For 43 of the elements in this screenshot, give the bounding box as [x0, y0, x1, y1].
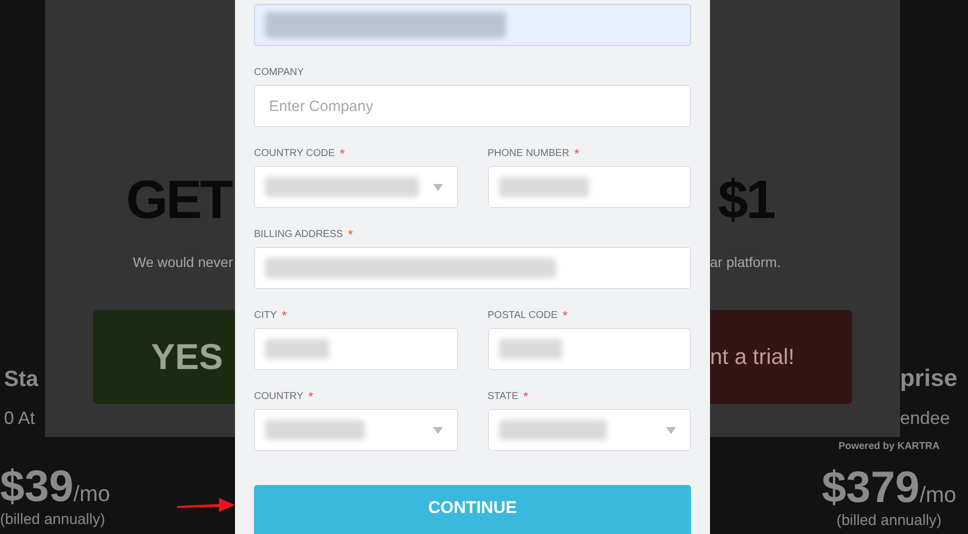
- powered-by-text: Powered by KARTRA: [838, 441, 940, 452]
- plan-attendees: 0 At: [4, 407, 36, 430]
- dialog-text: We would never: [132, 254, 233, 270]
- field-label: COMPANY: [254, 67, 304, 79]
- arrow-icon: [177, 498, 235, 512]
- field-label: PHONE NUMBER: [488, 148, 570, 160]
- required-mark: *: [574, 148, 580, 160]
- required-mark: *: [562, 310, 568, 322]
- dialog-text: ar platform.: [710, 254, 781, 270]
- select-field[interactable]: [254, 409, 458, 451]
- input-field[interactable]: [254, 328, 458, 370]
- accept-button[interactable]: YES: [93, 310, 235, 404]
- price-period: /mo: [73, 481, 110, 507]
- input-field[interactable]: [488, 328, 691, 370]
- input-field[interactable]: [254, 4, 691, 46]
- required-mark: *: [282, 310, 287, 322]
- plan-name: prise: [900, 364, 958, 394]
- caret-icon: [432, 427, 442, 434]
- field-label: BILLING ADDRESS: [254, 229, 343, 241]
- decline-button[interactable]: nt a trial!: [710, 310, 852, 404]
- plan-attendees: endee: [900, 407, 952, 430]
- plan-price: $379: [822, 464, 920, 512]
- billing-note: (billed annually): [0, 511, 106, 529]
- select-field[interactable]: [488, 409, 691, 451]
- input-field[interactable]: [254, 247, 691, 289]
- field-label: STATE: [488, 391, 518, 403]
- required-mark: *: [308, 391, 314, 403]
- input-field[interactable]: Enter Company: [254, 85, 691, 127]
- field-label: COUNTRY: [254, 391, 304, 403]
- required-mark: *: [348, 229, 353, 241]
- plan-price: $39: [0, 463, 74, 511]
- caret-icon: [666, 427, 676, 434]
- required-mark: *: [340, 148, 345, 160]
- plan-name: Sta: [4, 365, 40, 393]
- field-label: COUNTRY CODE: [254, 148, 335, 160]
- input-field[interactable]: [488, 166, 691, 208]
- select-field[interactable]: [254, 166, 458, 208]
- billing-note: (billed annually): [836, 512, 942, 530]
- price-period: /mo: [920, 482, 956, 508]
- caret-icon: [432, 184, 442, 191]
- required-mark: *: [523, 391, 528, 403]
- field-label: CITY: [254, 310, 277, 322]
- field-label: POSTAL CODE: [488, 310, 558, 322]
